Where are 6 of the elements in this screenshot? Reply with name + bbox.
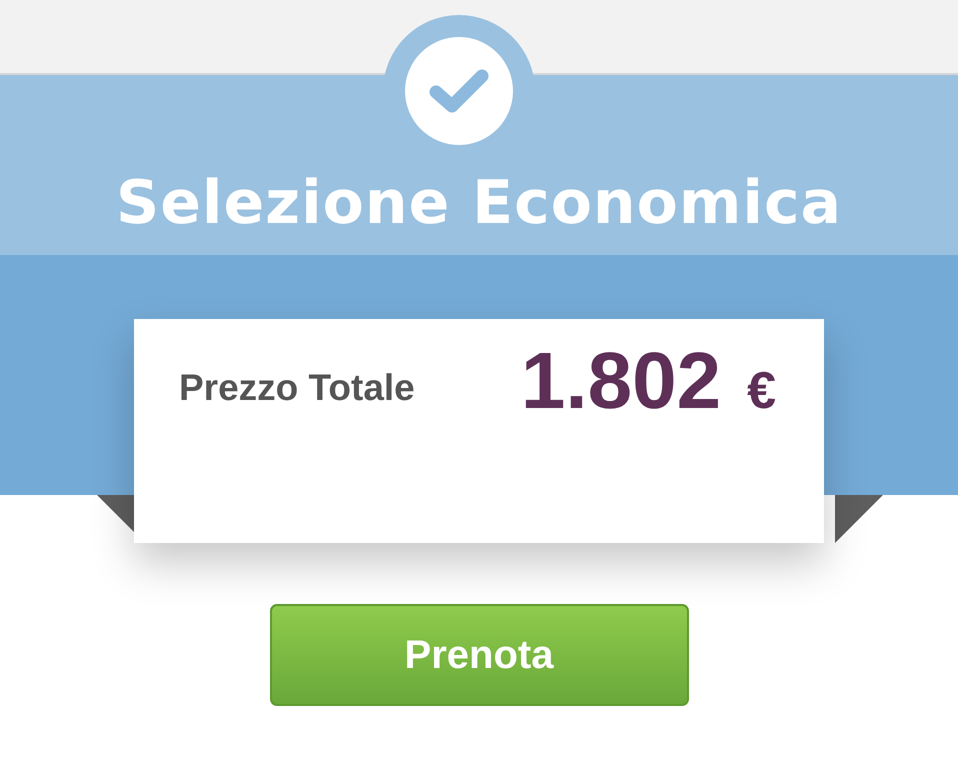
book-button[interactable]: Prenota [270,604,688,706]
offer-title: Selezione Economica [116,173,842,233]
price-label: Prezzo Totale [179,367,415,409]
price-amount: 1.802 [520,341,722,421]
currency-symbol: € [747,365,776,417]
check-icon [428,68,490,114]
